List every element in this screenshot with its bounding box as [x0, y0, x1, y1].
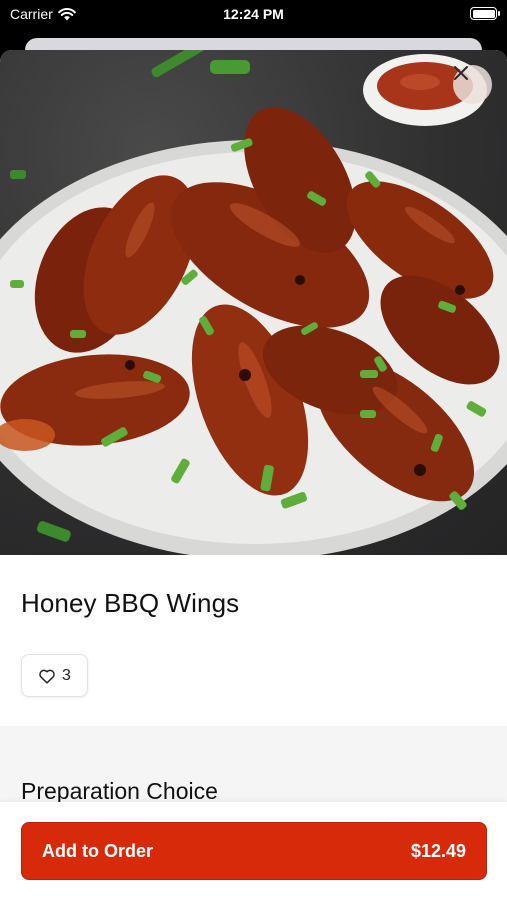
- item-photo: [0, 50, 507, 555]
- add-to-order-label: Add to Order: [42, 840, 153, 861]
- item-title: Honey BBQ Wings: [21, 588, 240, 618]
- close-icon: [454, 66, 468, 80]
- add-to-order-button[interactable]: Add to Order $12.49: [21, 822, 487, 880]
- close-button[interactable]: [453, 65, 492, 104]
- battery-icon: [470, 7, 500, 20]
- order-price: $12.49: [410, 840, 466, 861]
- item-detail-sheet: Honey BBQ Wings 3 Preparation Choice Add…: [0, 50, 507, 900]
- clock: 12:24 PM: [223, 6, 284, 22]
- status-bar: Carrier 12:24 PM: [0, 0, 507, 30]
- heart-icon: [39, 669, 55, 684]
- preparation-choice-heading: Preparation Choice: [21, 778, 218, 804]
- like-count: 3: [62, 666, 71, 684]
- like-button[interactable]: 3: [21, 654, 88, 697]
